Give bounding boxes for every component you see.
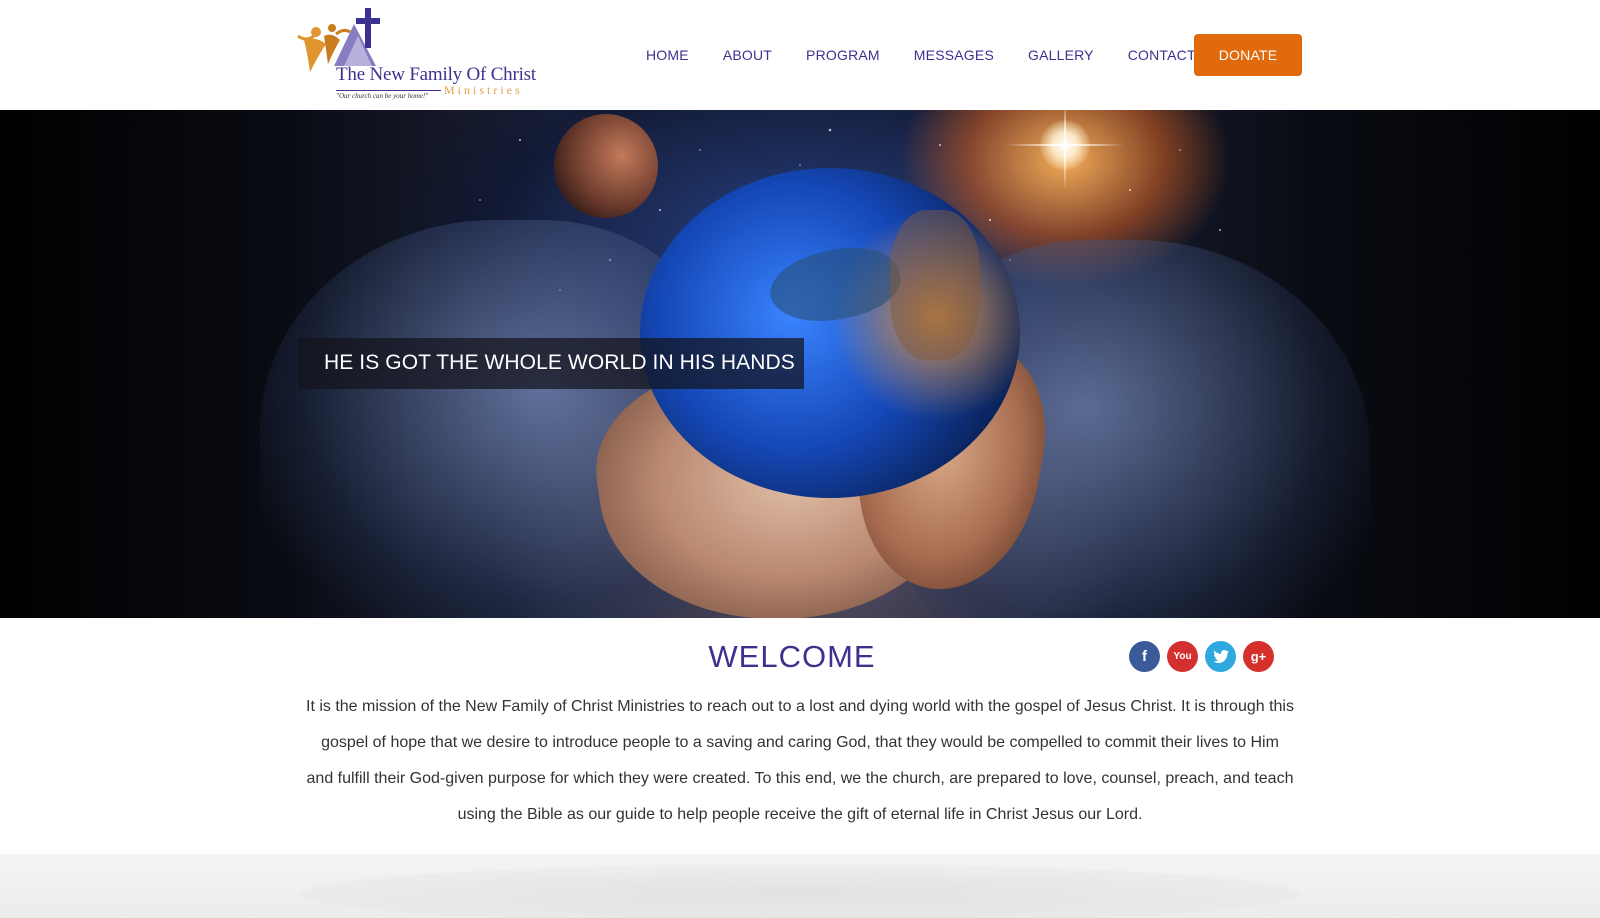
nav-program[interactable]: PROGRAM bbox=[806, 47, 880, 63]
nav-home[interactable]: HOME bbox=[646, 47, 689, 63]
nav-messages[interactable]: MESSAGES bbox=[914, 47, 994, 63]
hero-caption: HE IS GOT THE WHOLE WORLD IN HIS HANDS bbox=[324, 351, 795, 374]
facebook-icon[interactable]: f bbox=[1129, 641, 1160, 672]
site-header: The New Family Of Christ Ministries "Our… bbox=[0, 0, 1600, 110]
nav-contact[interactable]: CONTACT bbox=[1128, 47, 1196, 63]
google-plus-icon[interactable]: g+ bbox=[1243, 641, 1274, 672]
twitter-icon[interactable] bbox=[1205, 641, 1236, 672]
church-logo[interactable]: The New Family Of Christ Ministries "Our… bbox=[296, 6, 536, 104]
nav-about[interactable]: ABOUT bbox=[723, 47, 772, 63]
welcome-paragraph: It is the mission of the New Family of C… bbox=[306, 698, 1294, 823]
hero-banner: HE IS GOT THE WHOLE WORLD IN HIS HANDS bbox=[0, 110, 1600, 618]
earth-landmass bbox=[890, 210, 980, 360]
sun-ray bbox=[1064, 110, 1066, 190]
logo-divider bbox=[336, 90, 441, 91]
logo-tagline: "Our church can be your home!" bbox=[336, 92, 429, 100]
main-nav: HOME ABOUT PROGRAM MESSAGES GALLERY CONT… bbox=[646, 47, 1230, 63]
logo-subtitle: Ministries bbox=[444, 83, 523, 97]
youtube-icon[interactable]: You bbox=[1167, 641, 1198, 672]
welcome-heading: WELCOME bbox=[708, 639, 876, 674]
donate-button[interactable]: DONATE bbox=[1194, 34, 1302, 76]
social-links: f You g+ bbox=[1129, 641, 1281, 672]
twitter-bird-glyph bbox=[1212, 649, 1229, 663]
footer-band bbox=[0, 854, 1600, 918]
planet-image bbox=[554, 114, 658, 218]
hero-caption-box: HE IS GOT THE WHOLE WORLD IN HIS HANDS bbox=[298, 338, 804, 389]
nav-gallery[interactable]: GALLERY bbox=[1028, 47, 1094, 63]
